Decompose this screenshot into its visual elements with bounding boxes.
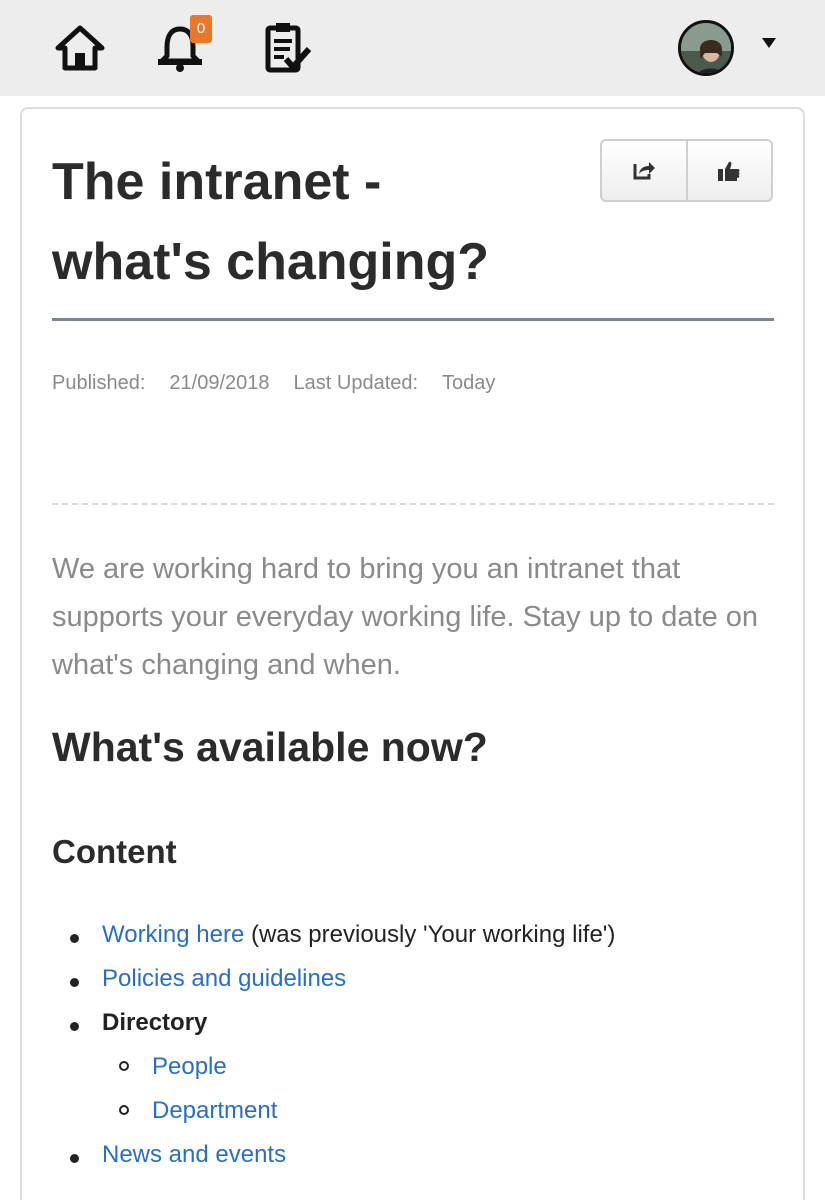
user-avatar[interactable] — [678, 20, 734, 76]
title-line-1: The intranet - — [52, 153, 382, 211]
share-button[interactable] — [602, 141, 686, 200]
directory-label: Directory — [102, 1009, 208, 1036]
list-item: People — [152, 1052, 227, 1082]
dashed-divider — [52, 503, 774, 505]
policies-guidelines-link[interactable]: Policies and guidelines — [102, 965, 346, 992]
clipboard-check-icon[interactable] — [256, 18, 316, 78]
last-updated-value: Today — [442, 372, 496, 394]
sub-list-bullet — [119, 1105, 129, 1115]
subsection-heading: Content — [52, 833, 177, 870]
news-events-link[interactable]: News and events — [102, 1141, 286, 1168]
list-item: News and events — [102, 1140, 286, 1170]
thumbs-up-icon — [718, 161, 740, 181]
working-here-link[interactable]: Working here — [102, 921, 244, 948]
list-item: Working here (was previously 'Your worki… — [102, 920, 615, 950]
published-label: Published: — [52, 372, 146, 394]
article-meta: Published: 21/09/2018 Last Updated: Today — [52, 372, 495, 395]
last-updated-label: Last Updated: — [293, 372, 419, 394]
share-icon — [633, 161, 655, 179]
title-line-2: what's changing? — [52, 233, 490, 291]
list-bullet — [70, 1154, 79, 1163]
chevron-down-icon[interactable] — [762, 38, 776, 48]
home-icon[interactable] — [50, 18, 110, 78]
title-divider — [52, 318, 774, 321]
section-heading: What's available now? — [52, 724, 488, 770]
article-action-buttons — [600, 139, 773, 202]
last-updated-info: Last Updated: Today — [294, 372, 496, 394]
working-here-note: (was previously 'Your working life') — [244, 921, 616, 948]
list-bullet — [70, 978, 79, 987]
top-navigation-bar: 0 — [0, 0, 825, 96]
sub-list-bullet — [119, 1061, 129, 1071]
published-date: 21/09/2018 — [169, 372, 270, 394]
people-link[interactable]: People — [152, 1053, 227, 1080]
published-info: Published: 21/09/2018 — [52, 372, 270, 394]
list-bullet — [70, 934, 79, 943]
page-title: The intranet - what's changing? — [52, 142, 572, 302]
notification-count-badge: 0 — [190, 15, 212, 43]
department-link[interactable]: Department — [152, 1097, 277, 1124]
list-item: Policies and guidelines — [102, 964, 346, 994]
list-bullet — [70, 1022, 79, 1031]
like-button[interactable] — [685, 141, 772, 200]
intro-paragraph: We are working hard to bring you an intr… — [52, 553, 759, 681]
list-item: Department — [152, 1096, 277, 1126]
